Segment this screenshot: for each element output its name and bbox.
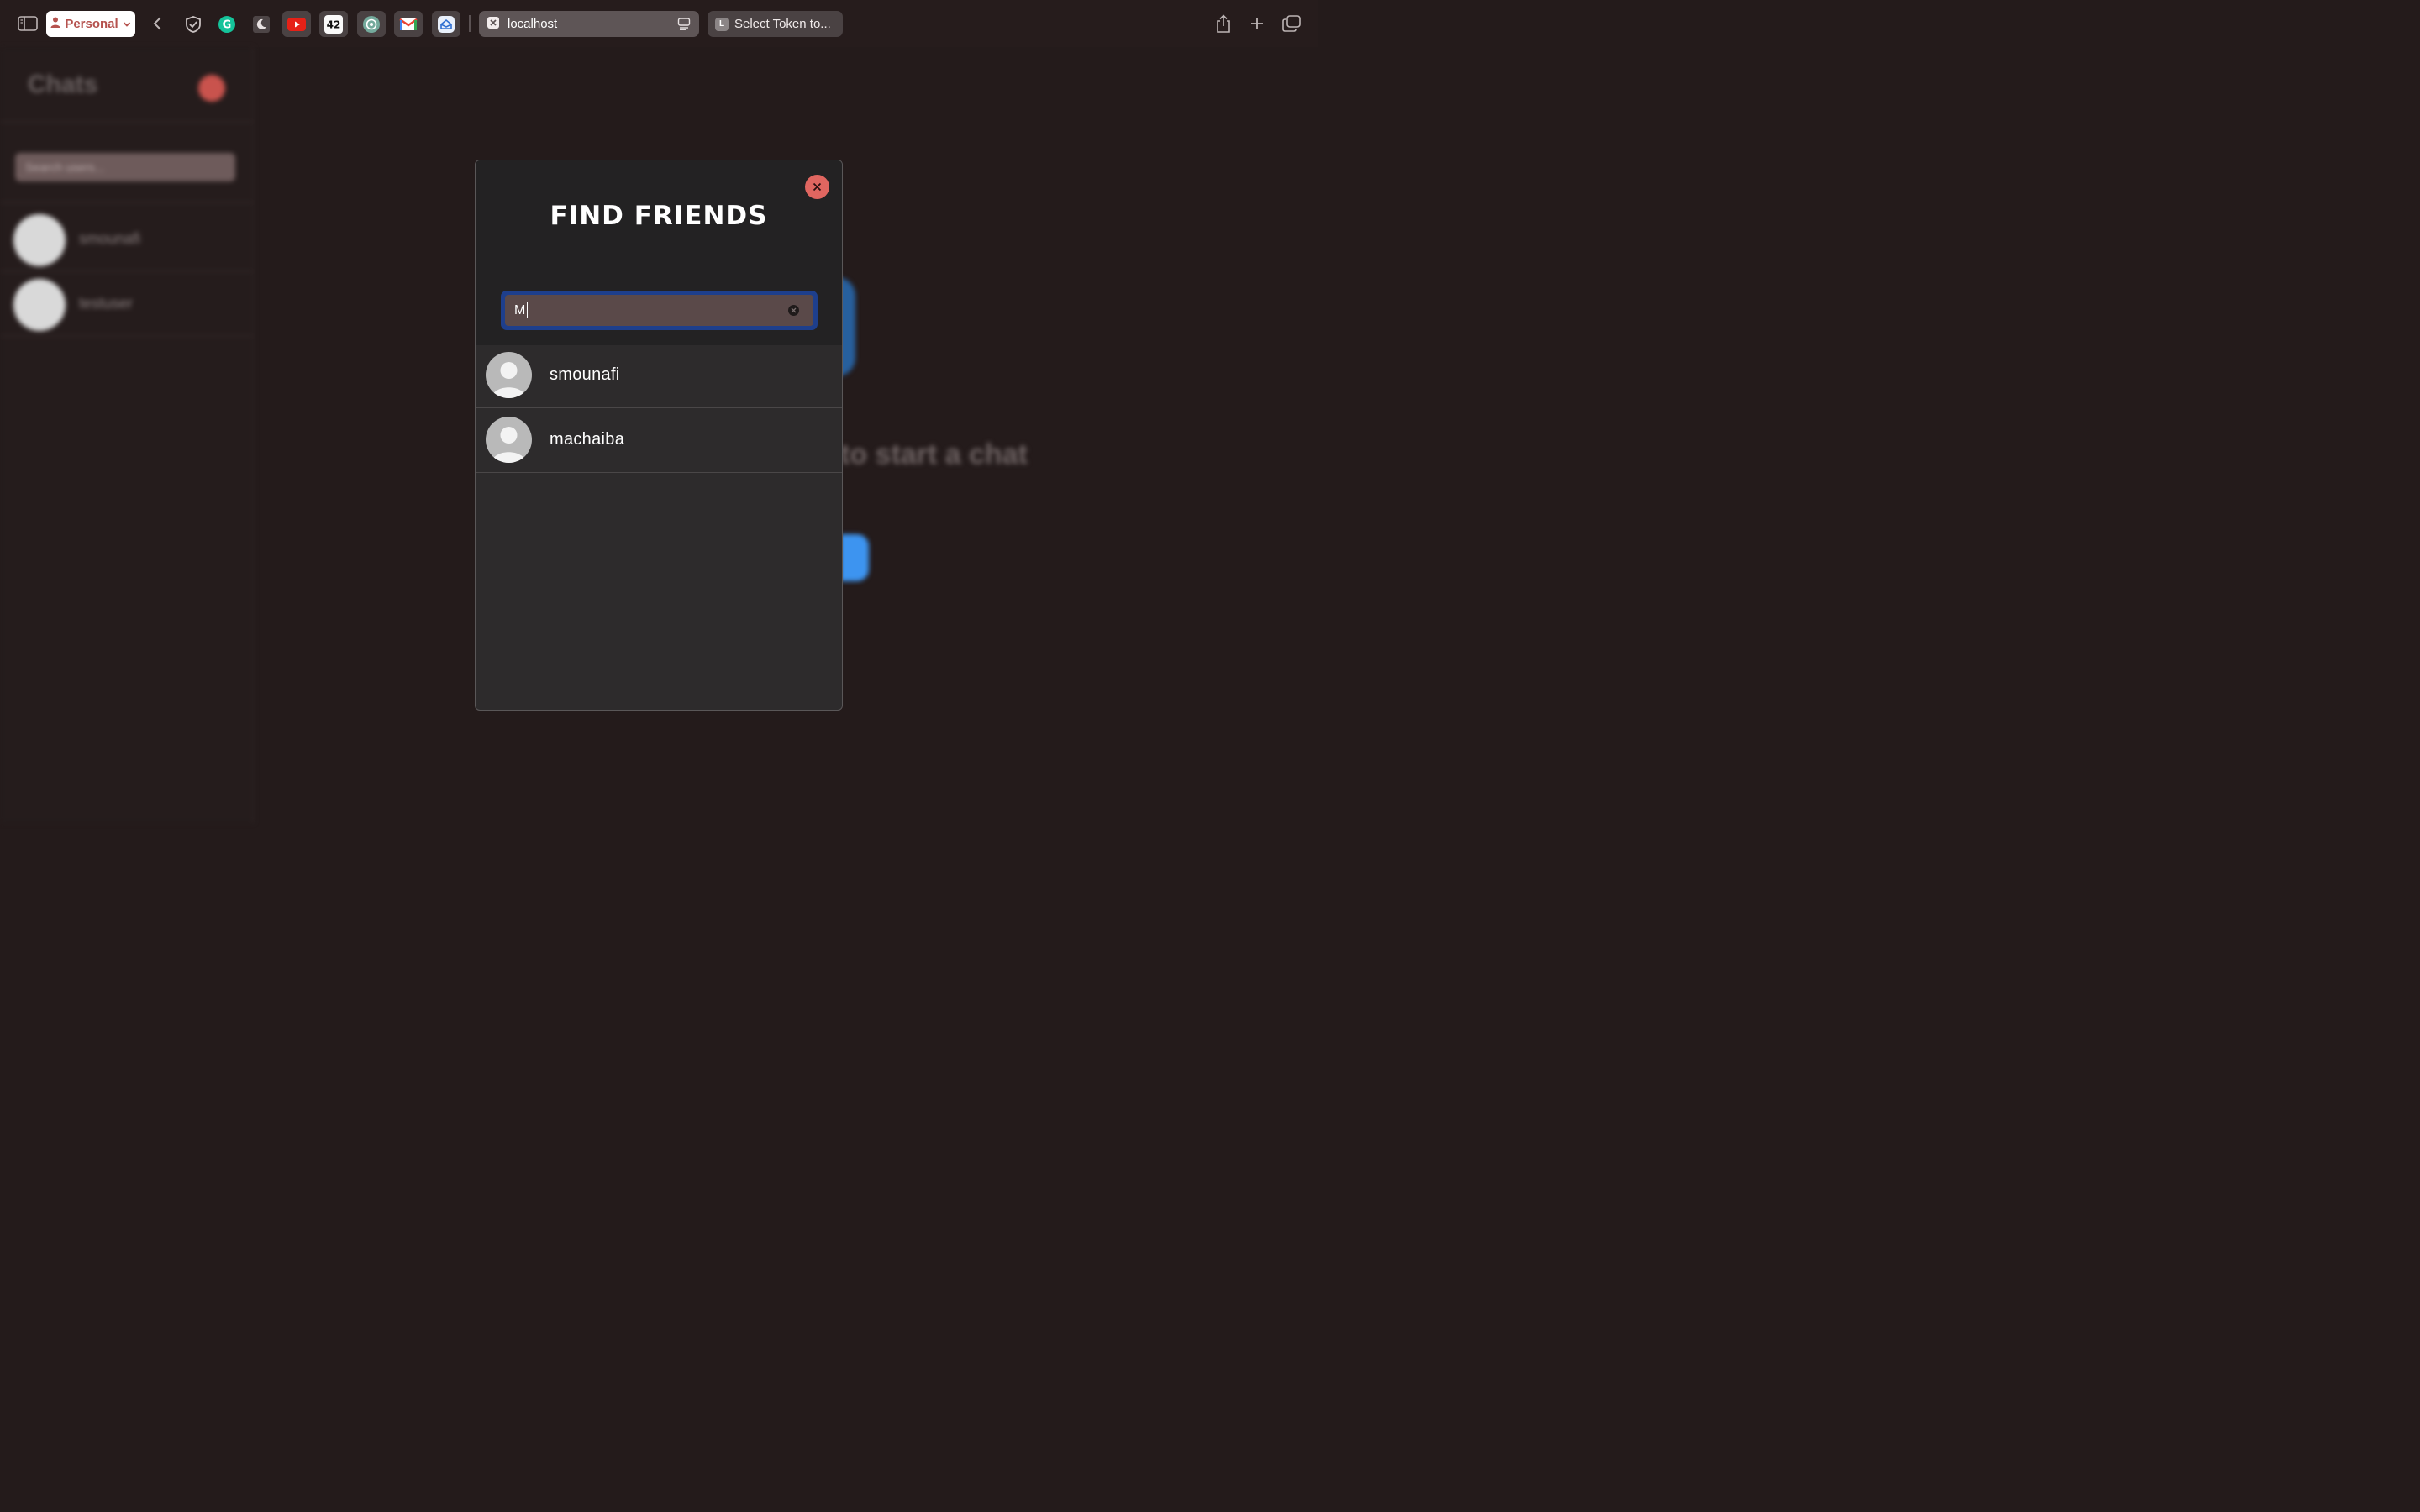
chatgpt-icon[interactable] — [357, 11, 386, 37]
close-icon — [813, 182, 822, 192]
url-text: localhost — [508, 17, 558, 31]
profile-switcher-button[interactable]: Personal — [46, 11, 135, 37]
modal-title: FIND FRIENDS — [550, 201, 768, 231]
start-chat-button — [840, 534, 869, 581]
chat-list-item: testuser — [0, 273, 254, 337]
tab-label: Select Token to... — [734, 17, 831, 31]
tab-overview-icon[interactable] — [1281, 13, 1302, 34]
search-input[interactable] — [505, 295, 813, 326]
mail-icon[interactable] — [432, 11, 460, 37]
avatar — [13, 214, 66, 266]
chat-name: testuser — [79, 295, 134, 312]
profile-label: Personal — [65, 17, 118, 31]
chevron-down-icon — [123, 17, 131, 31]
new-tab-icon[interactable] — [1247, 13, 1267, 34]
text-caret — [527, 302, 528, 318]
search-results-list: smounafi machaiba — [476, 344, 842, 473]
chat-sidebar: Chats Search users... smounafi testuser — [0, 47, 254, 823]
reader-icon[interactable] — [677, 18, 691, 34]
close-tab-icon[interactable] — [487, 16, 499, 32]
dark-mode-icon[interactable] — [247, 11, 276, 37]
svg-text:G: G — [223, 18, 232, 31]
avatar — [486, 352, 532, 398]
search-result-item[interactable]: smounafi — [476, 344, 842, 408]
back-icon[interactable] — [148, 13, 166, 34]
gmail-icon[interactable] — [394, 11, 423, 37]
close-button[interactable] — [805, 175, 829, 199]
share-icon[interactable] — [1213, 13, 1234, 34]
grammarly-icon[interactable]: G — [213, 11, 241, 37]
tab-favicon: L — [715, 17, 729, 31]
clear-icon — [791, 307, 797, 313]
divider — [0, 335, 254, 337]
find-friends-modal: FIND FRIENDS smounafi machaiba — [475, 160, 843, 711]
sidebar-search-input: Search users... — [15, 153, 235, 181]
42-icon[interactable]: 42 — [319, 11, 348, 37]
sidebar-title: Chats — [28, 71, 98, 98]
search-field — [501, 291, 818, 330]
result-username: machaiba — [550, 430, 625, 449]
empty-state-text: to start a chat — [840, 438, 1028, 470]
result-username: smounafi — [550, 365, 620, 384]
tab-select-token[interactable]: L Select Token to... — [708, 11, 843, 37]
browser-toolbar: Personal G 42 localhost L Select Token t… — [0, 0, 1318, 47]
app-window: Personal G 42 localhost L Select Token t… — [0, 0, 1318, 823]
default-user-icon — [492, 362, 526, 398]
shield-icon[interactable] — [179, 11, 208, 37]
svg-text:42: 42 — [327, 18, 341, 30]
divider — [0, 270, 254, 272]
clear-search-button[interactable] — [788, 305, 799, 316]
divider — [0, 202, 254, 203]
sidebar-toggle-icon[interactable] — [17, 13, 39, 34]
person-icon — [50, 17, 60, 31]
chat-list-item: smounafi — [0, 208, 254, 272]
avatar — [486, 417, 532, 463]
toolbar-separator — [469, 15, 471, 32]
new-chat-button — [198, 75, 225, 102]
youtube-icon[interactable] — [282, 11, 311, 37]
divider — [0, 121, 254, 123]
search-result-item[interactable]: machaiba — [476, 408, 842, 473]
default-user-icon — [492, 427, 526, 463]
chat-name: smounafi — [79, 230, 141, 247]
avatar — [13, 279, 66, 331]
address-bar[interactable]: localhost — [479, 11, 699, 37]
